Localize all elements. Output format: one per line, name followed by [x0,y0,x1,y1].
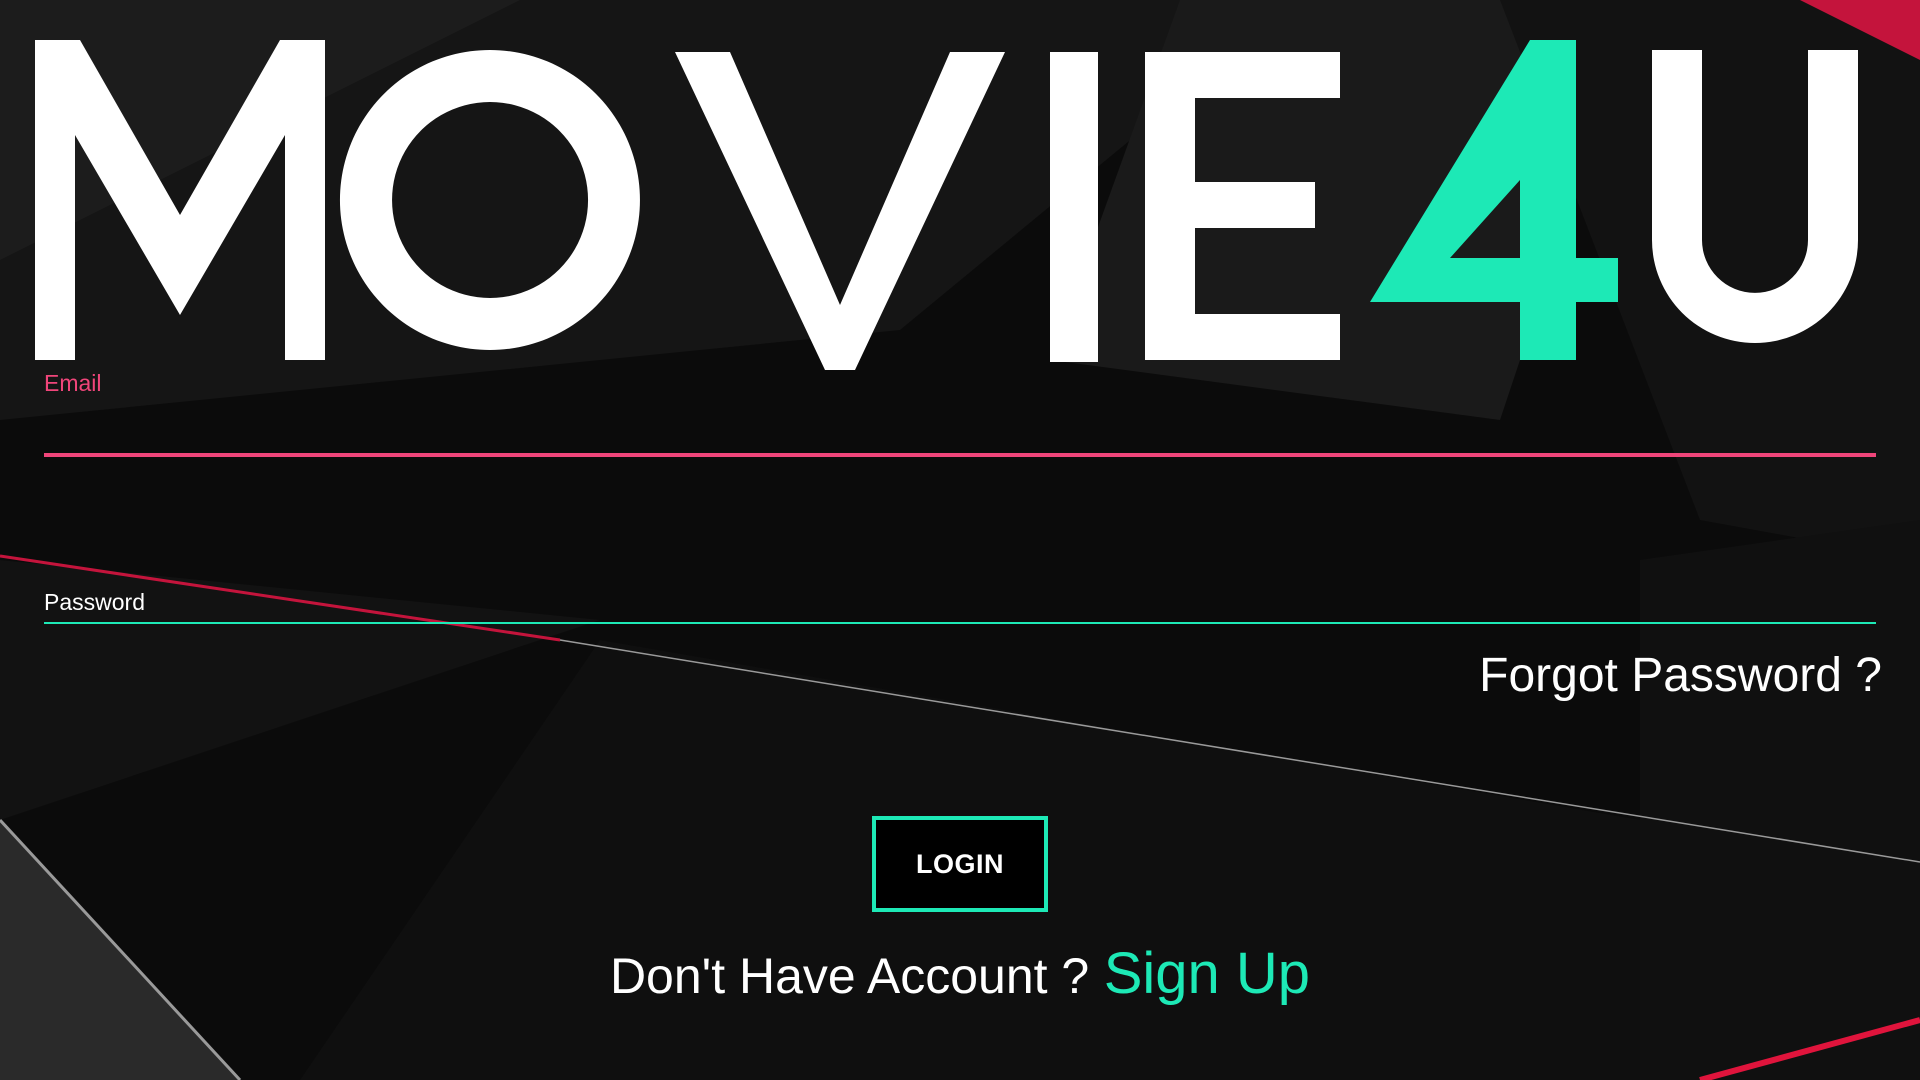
password-field: Password [44,585,1876,625]
movie4u-logo [35,40,1858,370]
sign-up-link[interactable]: Sign Up [1104,941,1310,1006]
signup-row: Don't Have Account ? Sign Up [0,940,1920,1007]
login-screen: Email Password Forgot Password ? LOGIN D… [0,0,1920,1080]
email-field: Email [44,368,1876,460]
email-underline [44,453,1876,457]
email-input[interactable] [44,404,1876,444]
signup-prompt: Don't Have Account ? [609,948,1090,1004]
password-input[interactable] [44,585,1876,615]
login-button[interactable]: LOGIN [872,816,1048,912]
email-label: Email [44,370,102,396]
forgot-password-link[interactable]: Forgot Password ? [1479,648,1882,703]
password-underline [44,622,1876,624]
